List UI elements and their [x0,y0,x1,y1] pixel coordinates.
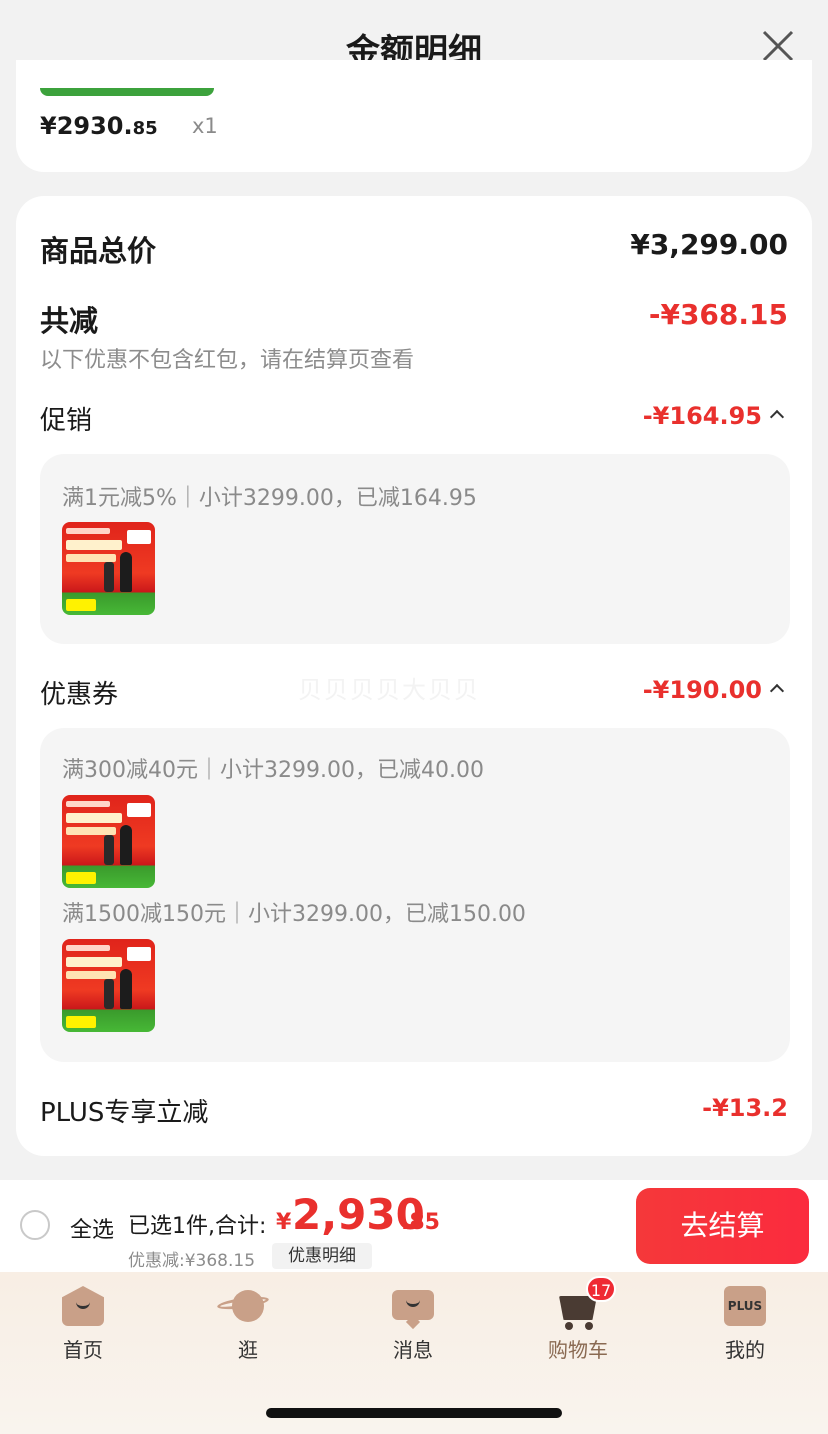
tab-label: 我的 [725,1338,765,1362]
reduce-label: 共减 [40,304,99,338]
product-card: ¥2930.85 x1 [16,60,812,172]
coupon-rule: 满1500减150元｜小计3299.00，已减150.00 [62,902,526,927]
product-thumbnail[interactable] [62,939,155,1032]
product-tag-strip [40,88,214,96]
selected-count: 已选1件,合计: [128,1214,267,1239]
tab-label: 购物车 [548,1338,608,1362]
price-decimal: 85 [132,118,158,139]
promo-value[interactable]: -¥164.95 [642,402,785,430]
discount-summary: 优惠减:¥368.15 [128,1251,256,1271]
plus-discount-row: PLUS专享立减 -¥13.2 [40,1092,788,1132]
cart-count-badge: 17 [586,1276,616,1302]
coupon-amount: -¥190.00 [642,676,762,704]
coupon-value[interactable]: -¥190.00 [642,676,785,704]
reduce-value: -¥368.15 [648,298,788,331]
checkout-button[interactable]: 去结算 [636,1188,809,1264]
home-icon [62,1286,104,1326]
tab-messages[interactable]: 消息 [363,1286,463,1363]
promo-row[interactable]: 促销 -¥164.95 [40,400,788,440]
total-price-value: ¥3,299.00 [630,228,788,261]
chevron-up-icon [769,409,785,425]
discount-detail-button[interactable]: 优惠明细 [272,1243,372,1269]
coupon-label: 优惠券 [40,680,119,710]
tab-label: 逛 [238,1338,258,1362]
tab-browse[interactable]: 逛 [198,1286,298,1363]
product-thumbnail[interactable] [62,795,155,888]
total-amount-decimal: .85 [401,1210,440,1235]
watermark: 贝贝贝贝大贝贝 [298,676,480,704]
currency-symbol: ¥ [276,1210,292,1235]
checkout-bar: 全选 已选1件,合计: ¥ 2,930 .85 优惠减:¥368.15 优惠明细… [0,1180,828,1272]
plus-discount-value: -¥13.2 [702,1094,788,1122]
home-indicator [266,1408,562,1418]
product-quantity: x1 [192,114,218,138]
tab-mine[interactable]: PLUS 我的 [695,1286,795,1363]
planet-icon [216,1286,270,1326]
promo-label: 促销 [40,406,93,436]
tab-label: 首页 [63,1338,103,1362]
price-integer: ¥2930. [40,112,133,140]
reduce-note: 以下优惠不包含红包，请在结算页查看 [40,348,415,373]
select-all-label[interactable]: 全选 [70,1212,114,1244]
message-icon [392,1290,434,1330]
product-thumbnail[interactable] [62,522,155,615]
coupon-detail-box: 满300减40元｜小计3299.00，已减40.00 满1500减150元｜小计… [40,728,790,1062]
product-price: ¥2930.85 [40,112,158,140]
total-price-label: 商品总价 [40,234,157,268]
select-all-radio[interactable] [20,1210,50,1240]
reduce-row: 共减 -¥368.15 [40,298,788,338]
promo-amount: -¥164.95 [642,402,762,430]
tab-cart[interactable]: 购物车 [528,1286,628,1363]
total-price-row: 商品总价 ¥3,299.00 [40,228,788,268]
promo-rule: 满1元减5%｜小计3299.00，已减164.95 [62,486,477,511]
tab-home[interactable]: 首页 [33,1286,133,1363]
chevron-up-icon [769,683,785,699]
plus-discount-label: PLUS专享立减 [40,1098,209,1128]
tab-label: 消息 [393,1338,433,1362]
promo-detail-box: 满1元减5%｜小计3299.00，已减164.95 [40,454,790,644]
coupon-rule: 满300减40元｜小计3299.00，已减40.00 [62,758,484,783]
plus-icon: PLUS [724,1286,766,1326]
